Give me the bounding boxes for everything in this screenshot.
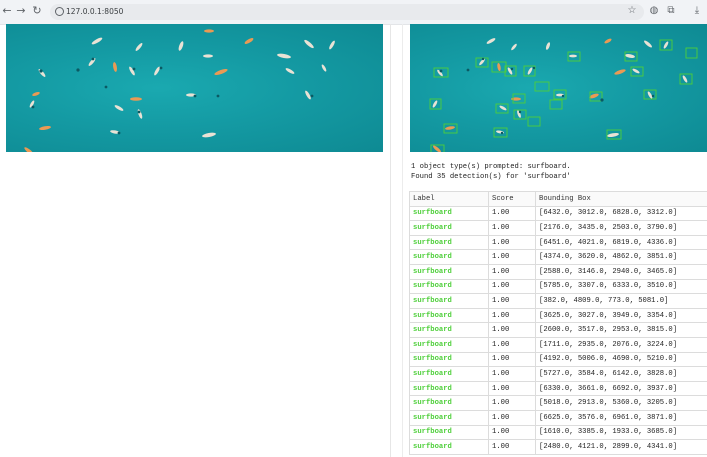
annotated-surfers-photo bbox=[429, 38, 698, 152]
column-header-label[interactable]: Label bbox=[409, 191, 489, 207]
score-cell: 1.00 bbox=[488, 307, 536, 324]
score-cell: 1.00 bbox=[488, 409, 536, 426]
back-icon[interactable]: ← bbox=[1, 4, 13, 18]
label-cell: surfboard bbox=[409, 307, 489, 324]
table-row: surfboard 1.00 [6432.0, 3012.0, 6828.0, 33… bbox=[409, 205, 707, 222]
detection-summary: 1 object type(s) prompted: surfboard. Fo… bbox=[411, 163, 707, 182]
table-row: surfboard 1.00 [6451.0, 4021.0, 6819.0, 43… bbox=[409, 234, 707, 251]
label-cell: surfboard bbox=[409, 424, 489, 441]
bbox-cell: [2600.0, 3517.0, 2953.0, 3815.0] bbox=[535, 322, 707, 338]
table-header-row: Label Score Bounding Box bbox=[409, 191, 707, 207]
table-row: surfboard 1.00 [2176.0, 3435.0, 2503.0, 37… bbox=[409, 220, 707, 236]
bbox-cell: [1610.0, 3385.0, 1933.0, 3685.0] bbox=[535, 424, 707, 441]
table-row: surfboard 1.00 [2588.0, 3146.0, 2940.0, 34… bbox=[409, 263, 707, 280]
surfers-photo bbox=[24, 29, 335, 152]
bbox-cell: [6432.0, 3012.0, 6828.0, 3312.0] bbox=[535, 205, 707, 222]
label-cell: surfboard bbox=[409, 366, 489, 382]
bbox-cell: [5727.0, 3584.0, 6142.0, 3828.0] bbox=[535, 366, 707, 382]
label-cell: surfboard bbox=[409, 205, 489, 222]
panel-divider-inner bbox=[402, 24, 403, 457]
table-row: surfboard 1.00 [4192.0, 5006.0, 4690.0, 52… bbox=[409, 351, 707, 368]
score-cell: 1.00 bbox=[488, 220, 536, 236]
column-header-score[interactable]: Score bbox=[488, 191, 536, 207]
table-row: surfboard 1.00 [382.0, 4809.0, 773.0, 5081… bbox=[409, 293, 707, 309]
table-row: surfboard 1.00 [2480.0, 4121.0, 2899.0, 43… bbox=[409, 439, 707, 455]
bbox-cell: [5018.0, 2913.0, 5360.0, 3205.0] bbox=[535, 395, 707, 411]
table-row: surfboard 1.00 [1610.0, 3385.0, 1933.0, 36… bbox=[409, 424, 707, 441]
table-row: surfboard 1.00 [5727.0, 3584.0, 6142.0, 38… bbox=[409, 366, 707, 382]
address-bar[interactable]: 127.0.0.1:8050 bbox=[50, 4, 644, 20]
table-row: surfboard 1.00 [6330.0, 3661.0, 6692.0, 39… bbox=[409, 380, 707, 397]
label-cell: surfboard bbox=[409, 439, 489, 455]
score-cell: 1.00 bbox=[488, 424, 536, 441]
label-cell: surfboard bbox=[409, 293, 489, 309]
table-row: surfboard 1.00 [2600.0, 3517.0, 2953.0, 38… bbox=[409, 322, 707, 338]
bbox-cell: [3625.0, 3027.0, 3949.0, 3354.0] bbox=[535, 307, 707, 324]
forward-icon[interactable]: → bbox=[15, 4, 27, 18]
info-icon[interactable] bbox=[55, 7, 64, 16]
label-cell: surfboard bbox=[409, 234, 489, 251]
annotated-image bbox=[410, 24, 707, 152]
label-cell: surfboard bbox=[409, 395, 489, 411]
table-row: surfboard 1.00 [5018.0, 2913.0, 5360.0, 32… bbox=[409, 395, 707, 411]
bbox-cell: [6451.0, 4021.0, 6819.0, 4336.0] bbox=[535, 234, 707, 251]
puzzle-icon[interactable]: ⧉ bbox=[665, 4, 677, 18]
summary-count-line: Found 35 detection(s) for 'surfboard' bbox=[411, 172, 571, 181]
bbox-cell: [4192.0, 5006.0, 4690.0, 5210.0] bbox=[535, 351, 707, 368]
score-cell: 1.00 bbox=[488, 322, 536, 338]
table-row: surfboard 1.00 [5785.0, 3307.0, 6333.0, 35… bbox=[409, 278, 707, 295]
summary-prompt-line: 1 object type(s) prompted: surfboard. bbox=[411, 163, 571, 171]
label-cell: surfboard bbox=[409, 351, 489, 368]
bbox-cell: [2176.0, 3435.0, 2503.0, 3790.0] bbox=[535, 220, 707, 236]
reload-icon[interactable]: ↻ bbox=[31, 4, 43, 18]
score-cell: 1.00 bbox=[488, 234, 536, 251]
label-cell: surfboard bbox=[409, 409, 489, 426]
score-cell: 1.00 bbox=[488, 366, 536, 382]
bbox-cell: [2588.0, 3146.0, 2940.0, 3465.0] bbox=[535, 263, 707, 280]
table-row: surfboard 1.00 [6625.0, 3576.0, 6961.0, 38… bbox=[409, 409, 707, 426]
label-cell: surfboard bbox=[409, 322, 489, 338]
bbox-cell: [5785.0, 3307.0, 6333.0, 3510.0] bbox=[535, 278, 707, 295]
input-image bbox=[6, 24, 383, 152]
label-cell: surfboard bbox=[409, 380, 489, 397]
bbox-cell: [382.0, 4809.0, 773.0, 5081.0] bbox=[535, 293, 707, 309]
detections-table: Label Score Bounding Box surfboard 1.00 [6… bbox=[409, 191, 707, 455]
score-cell: 1.00 bbox=[488, 278, 536, 295]
bbox-cell: [4374.0, 3620.0, 4862.0, 3851.0] bbox=[535, 249, 707, 265]
score-cell: 1.00 bbox=[488, 395, 536, 411]
label-cell: surfboard bbox=[409, 336, 489, 353]
score-cell: 1.00 bbox=[488, 439, 536, 455]
score-cell: 1.00 bbox=[488, 293, 536, 309]
score-cell: 1.00 bbox=[488, 205, 536, 222]
star-icon[interactable]: ☆ bbox=[626, 4, 638, 18]
table-row: surfboard 1.00 [1711.0, 2935.0, 2076.0, 32… bbox=[409, 336, 707, 353]
bbox-cell: [2480.0, 4121.0, 2899.0, 4341.0] bbox=[535, 439, 707, 455]
score-cell: 1.00 bbox=[488, 263, 536, 280]
bbox-cell: [6625.0, 3576.0, 6961.0, 3871.0] bbox=[535, 409, 707, 426]
table-row: surfboard 1.00 [3625.0, 3027.0, 3949.0, 33… bbox=[409, 307, 707, 324]
extension-icon[interactable]: ◍ bbox=[648, 4, 660, 18]
label-cell: surfboard bbox=[409, 263, 489, 280]
score-cell: 1.00 bbox=[488, 351, 536, 368]
label-cell: surfboard bbox=[409, 249, 489, 265]
bbox-cell: [1711.0, 2935.0, 2076.0, 3224.0] bbox=[535, 336, 707, 353]
label-cell: surfboard bbox=[409, 220, 489, 236]
label-cell: surfboard bbox=[409, 278, 489, 295]
column-header-bbox[interactable]: Bounding Box bbox=[535, 191, 707, 207]
download-icon[interactable]: ⤓ bbox=[691, 4, 703, 18]
table-row: surfboard 1.00 [4374.0, 3620.0, 4862.0, 38… bbox=[409, 249, 707, 265]
url-text: 127.0.0.1:8050 bbox=[66, 7, 124, 16]
panel-divider[interactable] bbox=[390, 24, 391, 457]
score-cell: 1.00 bbox=[488, 249, 536, 265]
score-cell: 1.00 bbox=[488, 380, 536, 397]
browser-toolbar: ← → ↻ 127.0.0.1:8050 ☆ ◍ ⧉ ⤓ bbox=[0, 0, 707, 25]
bbox-cell: [6330.0, 3661.0, 6692.0, 3937.0] bbox=[535, 380, 707, 397]
detections-table-body: surfboard 1.00 [6432.0, 3012.0, 6828.0, 33… bbox=[409, 205, 707, 455]
score-cell: 1.00 bbox=[488, 336, 536, 353]
